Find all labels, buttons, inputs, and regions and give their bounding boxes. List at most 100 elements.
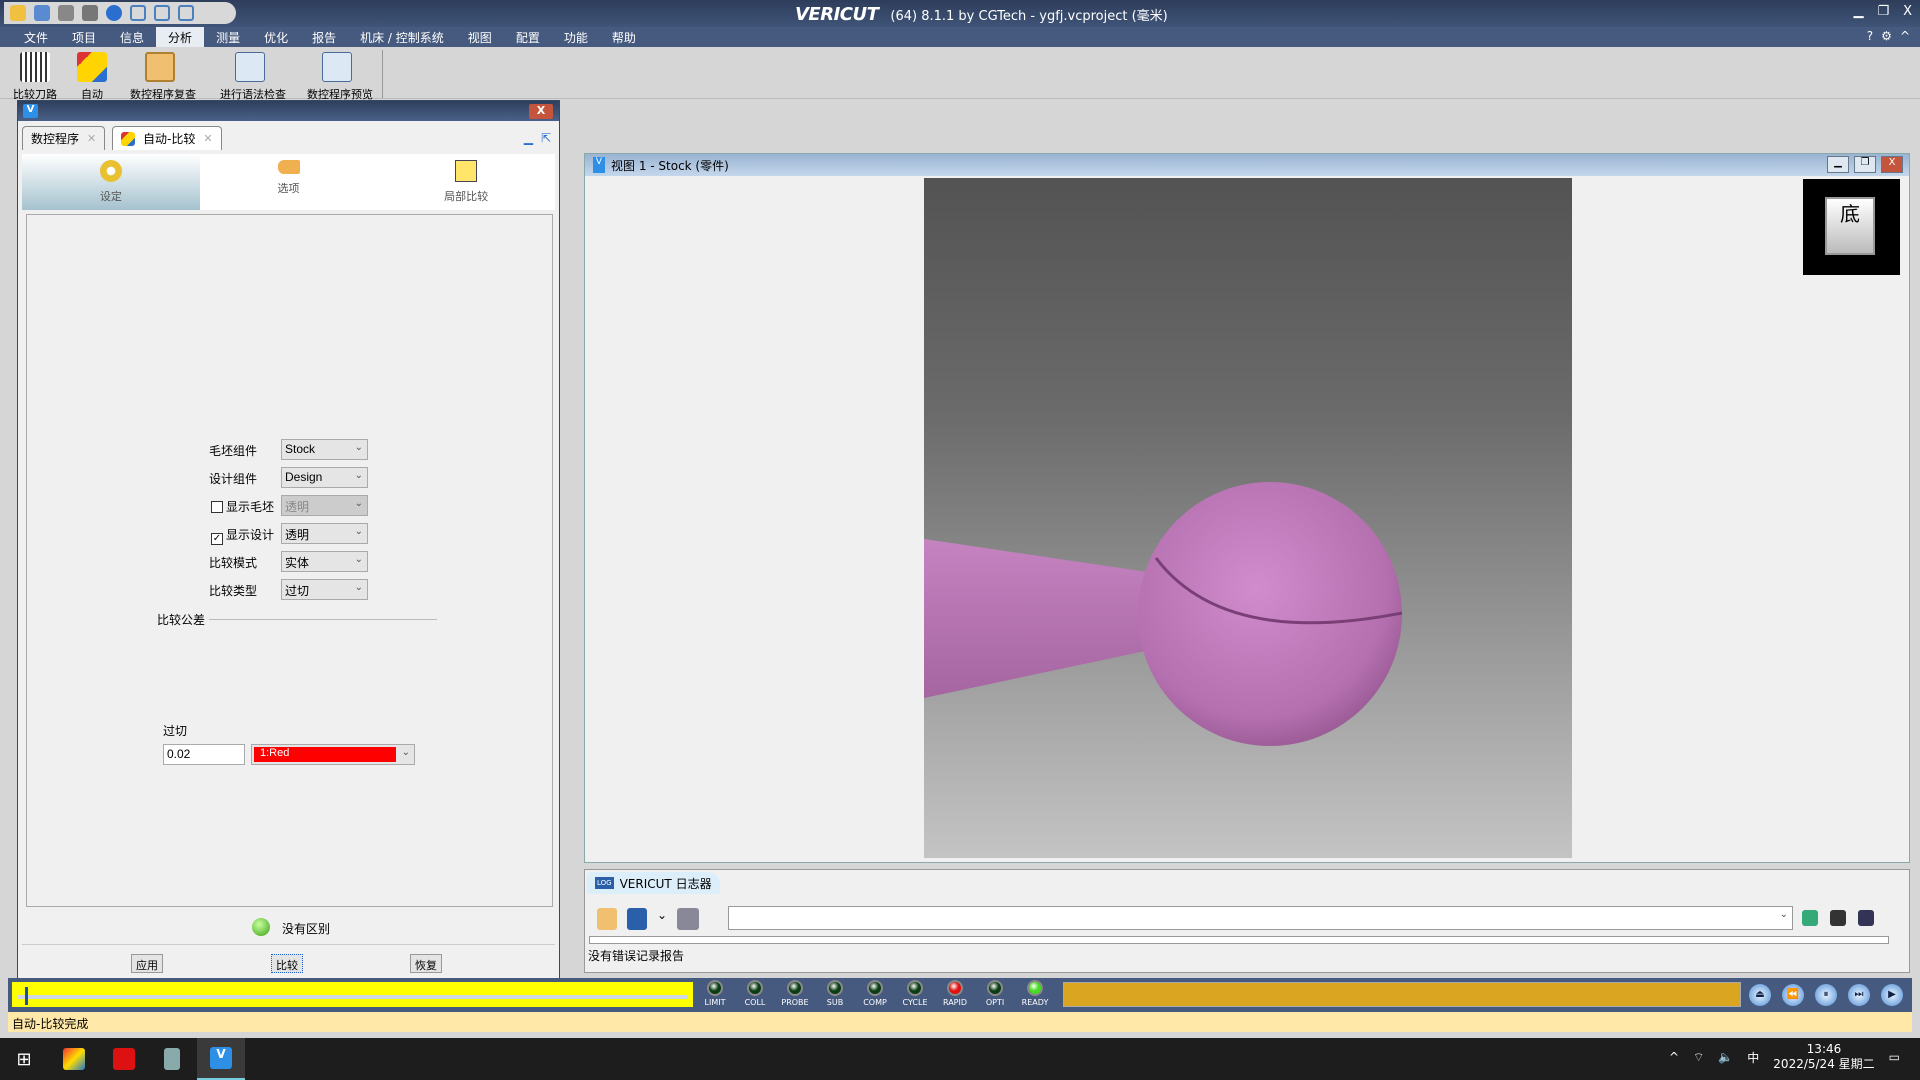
show-design-combo[interactable]: 透明 ⌄ [281,523,368,544]
print-icon[interactable] [677,908,700,930]
volume-icon[interactable]: 🔈 [1718,1050,1733,1064]
menu-item[interactable]: 测量 [204,27,252,47]
save-icon[interactable] [627,908,647,930]
binoculars-icon[interactable] [1830,910,1846,926]
design-combo[interactable]: Design ⌄ [281,467,368,488]
collapse-ribbon-icon[interactable]: ^ [1900,29,1910,43]
network-icon[interactable]: ⌔ [1693,1050,1704,1065]
tab-auto-compare[interactable]: 自动-比较 ✕ [112,126,222,150]
navigation-cube[interactable]: 底 [1803,179,1900,275]
led-sub[interactable]: SUB [818,980,852,1007]
led-comp[interactable]: COMP [858,980,892,1007]
led-probe[interactable]: PROBE [778,980,812,1007]
subtab-settings[interactable]: 设定 [22,154,200,210]
notification-icon[interactable]: ▭ [1889,1050,1900,1064]
compare-type-combo[interactable]: 过切 ⌄ [281,579,368,600]
menu-item[interactable]: 机床 / 控制系统 [348,27,456,47]
view-minimize-button[interactable]: ▁ [1827,156,1849,173]
menu-item[interactable]: 分析 [156,27,205,47]
progress-slider-handle[interactable] [24,987,28,1005]
led-cycle[interactable]: CYCLE [898,980,932,1007]
step-button[interactable]: ⏭ [1848,984,1870,1006]
view-title-bar: V 视图 1 - Stock (零件) ▁ ❐ X [585,154,1909,176]
led-indicator-icon [947,980,963,996]
save-icon[interactable] [34,5,50,21]
tools-icon[interactable] [58,5,74,21]
log-filter-combo[interactable]: ⌄ [728,906,1793,930]
rewind-button[interactable]: ⏪ [1782,984,1804,1006]
ribbon-nc-review[interactable]: 数控程序复查 [130,52,196,102]
checkbox-checked[interactable]: ✓ [211,533,223,545]
menu-item[interactable]: 项目 [60,27,108,47]
3d-viewport[interactable] [924,178,1572,858]
machine-icon[interactable] [82,5,98,21]
windows-start-button[interactable]: ⊞ [0,1038,48,1080]
led-rapid[interactable]: RAPID [938,980,972,1007]
ribbon-nc-preview[interactable]: 数控程序预览 [307,52,373,102]
checkbox[interactable] [211,501,223,513]
menu-item[interactable]: 文件 [12,27,60,47]
list-icon[interactable] [1802,910,1818,926]
binoculars-next-icon[interactable] [1858,910,1874,926]
help-icon[interactable]: ? [1867,29,1873,43]
minimize-icon[interactable]: ▁ [1853,4,1863,19]
view-restore-button[interactable]: ❐ [1854,156,1876,173]
menu-item[interactable]: 功能 [552,27,600,47]
log-tab[interactable]: LOG VERICUT 日志器 [587,872,720,894]
open-folder-icon[interactable] [10,5,26,21]
menu-item[interactable]: 视图 [456,27,504,47]
menu-item[interactable]: 优化 [252,27,300,47]
gouge-tolerance-input[interactable]: 0.02 [163,744,245,765]
taskbar-vericut[interactable]: V [197,1038,245,1080]
compare-button[interactable]: 比较 [271,954,303,973]
minimize-panel-icon[interactable]: ▁ [524,131,533,145]
auto-compare-icon [77,52,107,82]
led-ready[interactable]: READY [1018,980,1052,1007]
title-text: (64) 8.1.1 by CGTech - ygfj.vcproject (毫… [890,9,1168,24]
led-opti[interactable]: OPTI [978,980,1012,1007]
compare-mode-combo[interactable]: 实体 ⌄ [281,551,368,572]
gouge-color-combo[interactable]: 1:Red ⌄ [251,744,415,765]
view-close-button[interactable]: X [1881,156,1903,173]
tray-expand-icon[interactable]: ^ [1669,1050,1679,1064]
animation-speed-bar[interactable] [1063,982,1741,1007]
dialog-close-button[interactable]: X [529,104,553,119]
chevron-down-icon[interactable]: ⌄ [657,908,667,930]
layout-single-icon[interactable] [130,5,146,21]
ribbon-compare-toolpath[interactable]: 比较刀路 [5,52,65,102]
reset-model-button[interactable]: ⏏ [1749,984,1771,1006]
tab-nc-program[interactable]: 数控程序 ✕ [22,126,106,150]
apply-button[interactable]: 应用 [131,954,163,973]
info-icon[interactable] [106,5,122,21]
layout-columns-icon[interactable] [154,5,170,21]
close-tab-icon[interactable]: ✕ [87,132,96,145]
reset-button[interactable]: 恢复 [410,954,442,973]
subtab-options[interactable]: 选项 [200,154,378,210]
close-icon[interactable]: X [1903,4,1912,19]
menu-item[interactable]: 报告 [300,27,348,47]
stock-combo[interactable]: Stock ⌄ [281,439,368,460]
menu-item[interactable]: 帮助 [600,27,648,47]
ribbon-auto[interactable]: 自动 [62,52,122,102]
taskbar-calculator[interactable] [148,1038,196,1080]
led-limit[interactable]: LIMIT [698,980,732,1007]
menu-item[interactable]: 信息 [108,27,156,47]
gear-icon[interactable]: ⚙ [1881,29,1892,43]
ime-indicator[interactable]: 中 [1747,1049,1759,1066]
play-button[interactable]: ▶ [1881,984,1903,1006]
undock-icon[interactable]: ⇱ [541,131,551,145]
close-tab-icon[interactable]: ✕ [203,132,212,145]
pause-button[interactable]: ⏸ [1815,984,1837,1006]
show-design-checkbox[interactable]: ✓ 显示设计 [211,526,274,545]
layout-rows-icon[interactable] [178,5,194,21]
ribbon-syntax-check[interactable]: 进行语法检查 [220,52,286,102]
subtab-local-compare[interactable]: 局部比较 [377,154,555,210]
led-coll[interactable]: COLL [738,980,772,1007]
clipboard-check-icon[interactable] [597,908,617,930]
show-stock-checkbox[interactable]: 显示毛坯 [211,498,274,515]
taskbar-app-1[interactable] [50,1038,98,1080]
taskbar-app-2[interactable] [100,1038,148,1080]
restore-icon[interactable]: ❐ [1877,4,1889,19]
clock[interactable]: 13:46 2022/5/24 星期二 [1773,1042,1874,1072]
menu-item[interactable]: 配置 [504,27,552,47]
